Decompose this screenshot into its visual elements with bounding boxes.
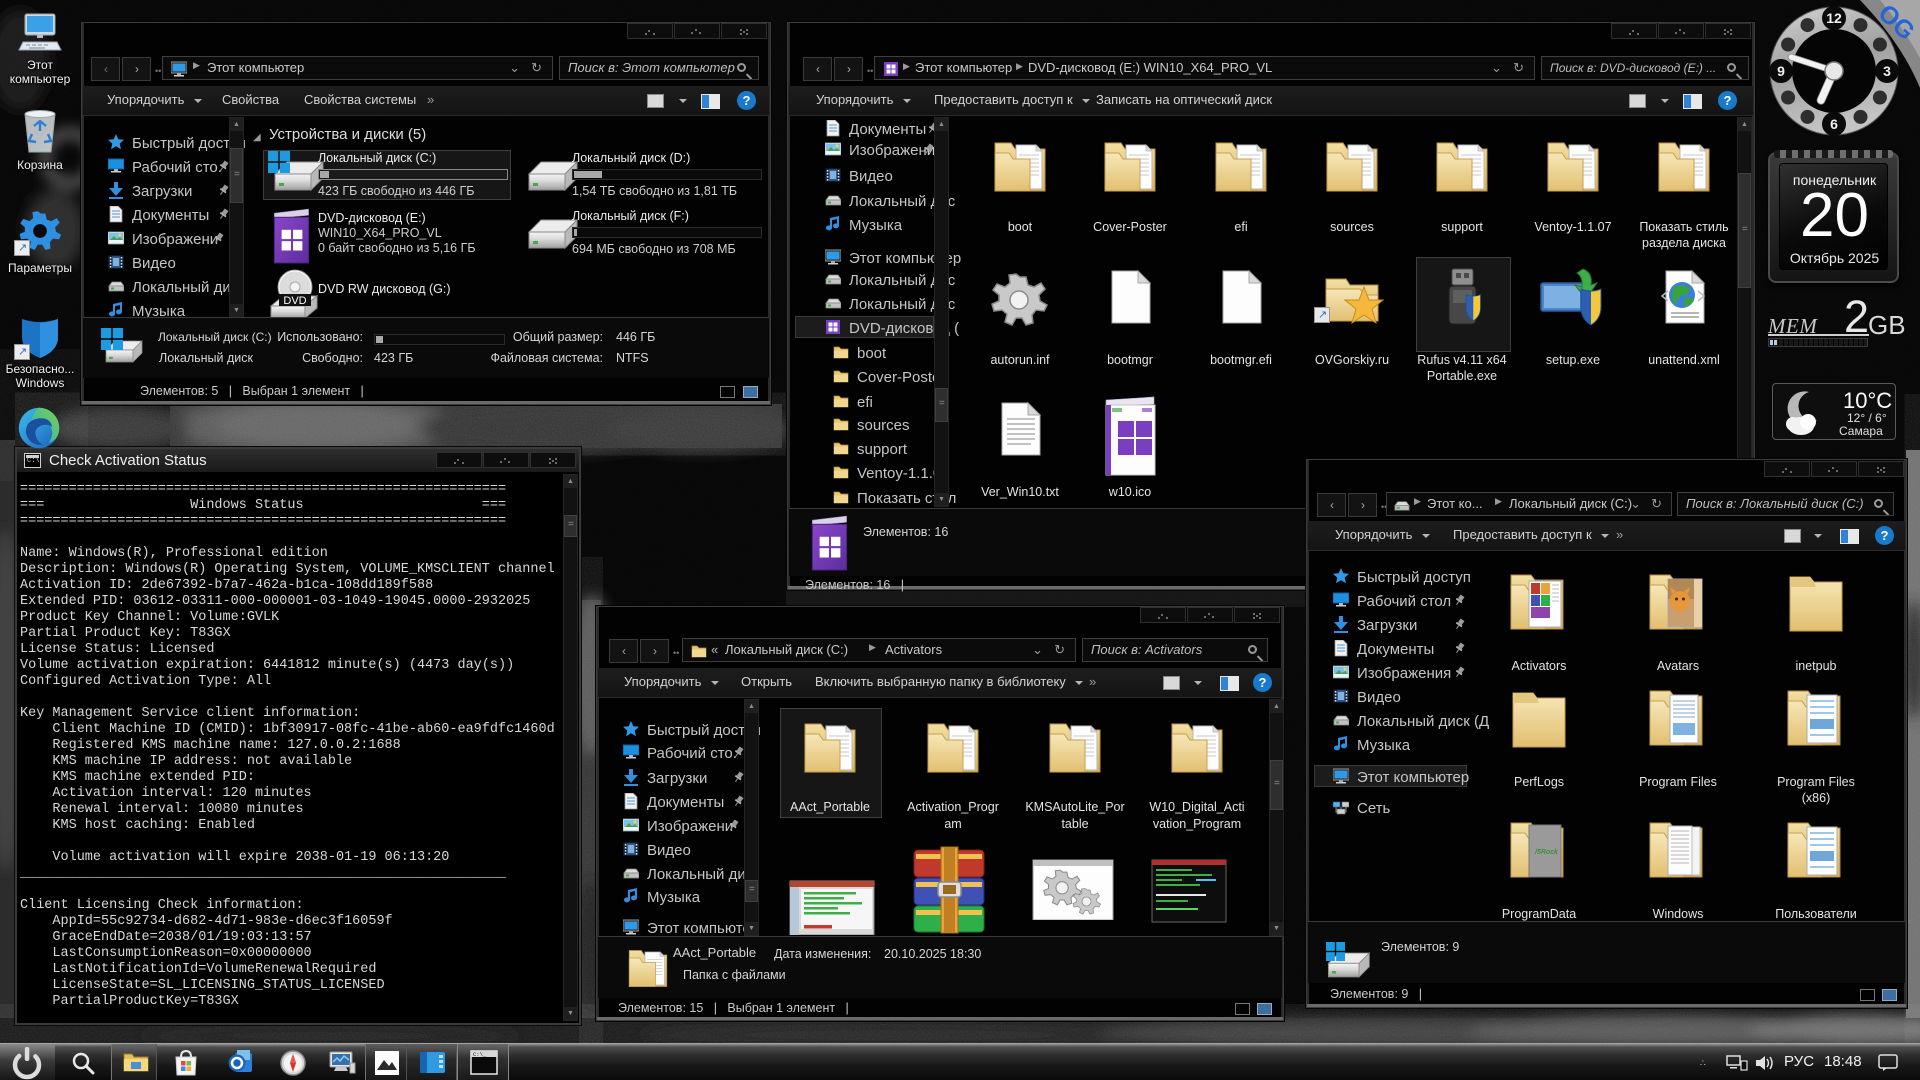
svg-text:6: 6 [1830, 116, 1838, 132]
svg-text:12: 12 [1826, 10, 1842, 26]
svg-text:9: 9 [1777, 63, 1785, 79]
svg-text:/5Rock: /5Rock [1534, 849, 1559, 856]
svg-text:C:\_: C:\_ [473, 1051, 487, 1058]
svg-text:3: 3 [1883, 63, 1891, 79]
